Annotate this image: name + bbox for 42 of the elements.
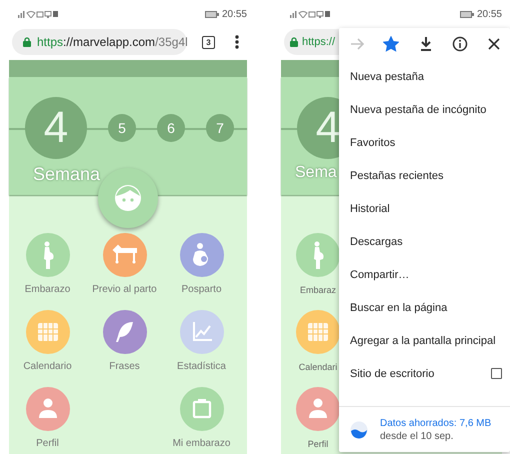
menu-tile[interactable]: Estadística: [163, 310, 240, 374]
battery-icon: [204, 10, 219, 18]
face-icon: [113, 183, 143, 213]
menu-tile[interactable]: Previo al parto: [86, 233, 163, 297]
lock-icon: [23, 37, 31, 47]
status-icons: [290, 10, 330, 18]
star-icon: [383, 36, 400, 52]
data-saver-icon: [350, 420, 368, 438]
week-circle[interactable]: 5: [108, 114, 136, 142]
menu-item[interactable]: Compartir…: [339, 258, 510, 291]
week-label: Semana: [33, 164, 100, 185]
week-circle[interactable]: 7: [206, 114, 234, 142]
data-saver-title[interactable]: Datos ahorrados: 7,6 MB: [380, 418, 492, 428]
lock-icon: [290, 37, 298, 47]
arrow-icon: [349, 36, 365, 52]
week-circle[interactable]: 6: [157, 114, 185, 142]
week-label: Sema: [295, 164, 337, 182]
menu-item[interactable]: Buscar en la página: [339, 291, 510, 324]
menu-item[interactable]: Descargas: [339, 225, 510, 258]
data-saver-date: desde el 10 sep.: [380, 430, 454, 442]
bookmark-button[interactable]: [381, 34, 402, 54]
menu-tile[interactable]: Embarazo: [9, 233, 86, 297]
battery-icon: [460, 10, 474, 18]
menu-tile[interactable]: Mi embarazo: [163, 387, 240, 451]
info-icon: [452, 36, 468, 52]
menu-item[interactable]: Pestañas recientes: [339, 159, 510, 192]
status-icons: [18, 10, 58, 18]
menu-tile[interactable]: Posparto: [163, 233, 240, 297]
checkbox[interactable]: [491, 368, 502, 379]
clock: 20:55: [476, 8, 502, 20]
menu-tile[interactable]: Perfil: [9, 387, 86, 451]
clock: 20:55: [222, 8, 247, 20]
close-icon: [486, 36, 502, 52]
tab-count-button[interactable]: 3: [202, 36, 215, 48]
menu-icon[interactable]: [235, 35, 239, 49]
address-bar[interactable]: https://marvelapp.com/35g4l: [12, 29, 187, 55]
menu-item[interactable]: Agregar a la pantalla principal: [339, 324, 510, 357]
menu-tile[interactable]: Frases: [86, 310, 163, 374]
menu-item[interactable]: Sitio de escritorio: [339, 357, 510, 390]
menu-item[interactable]: Historial: [339, 192, 510, 225]
menu-tile[interactable]: Calendario: [9, 310, 86, 374]
menu-item[interactable]: Nueva pestaña: [339, 60, 510, 93]
